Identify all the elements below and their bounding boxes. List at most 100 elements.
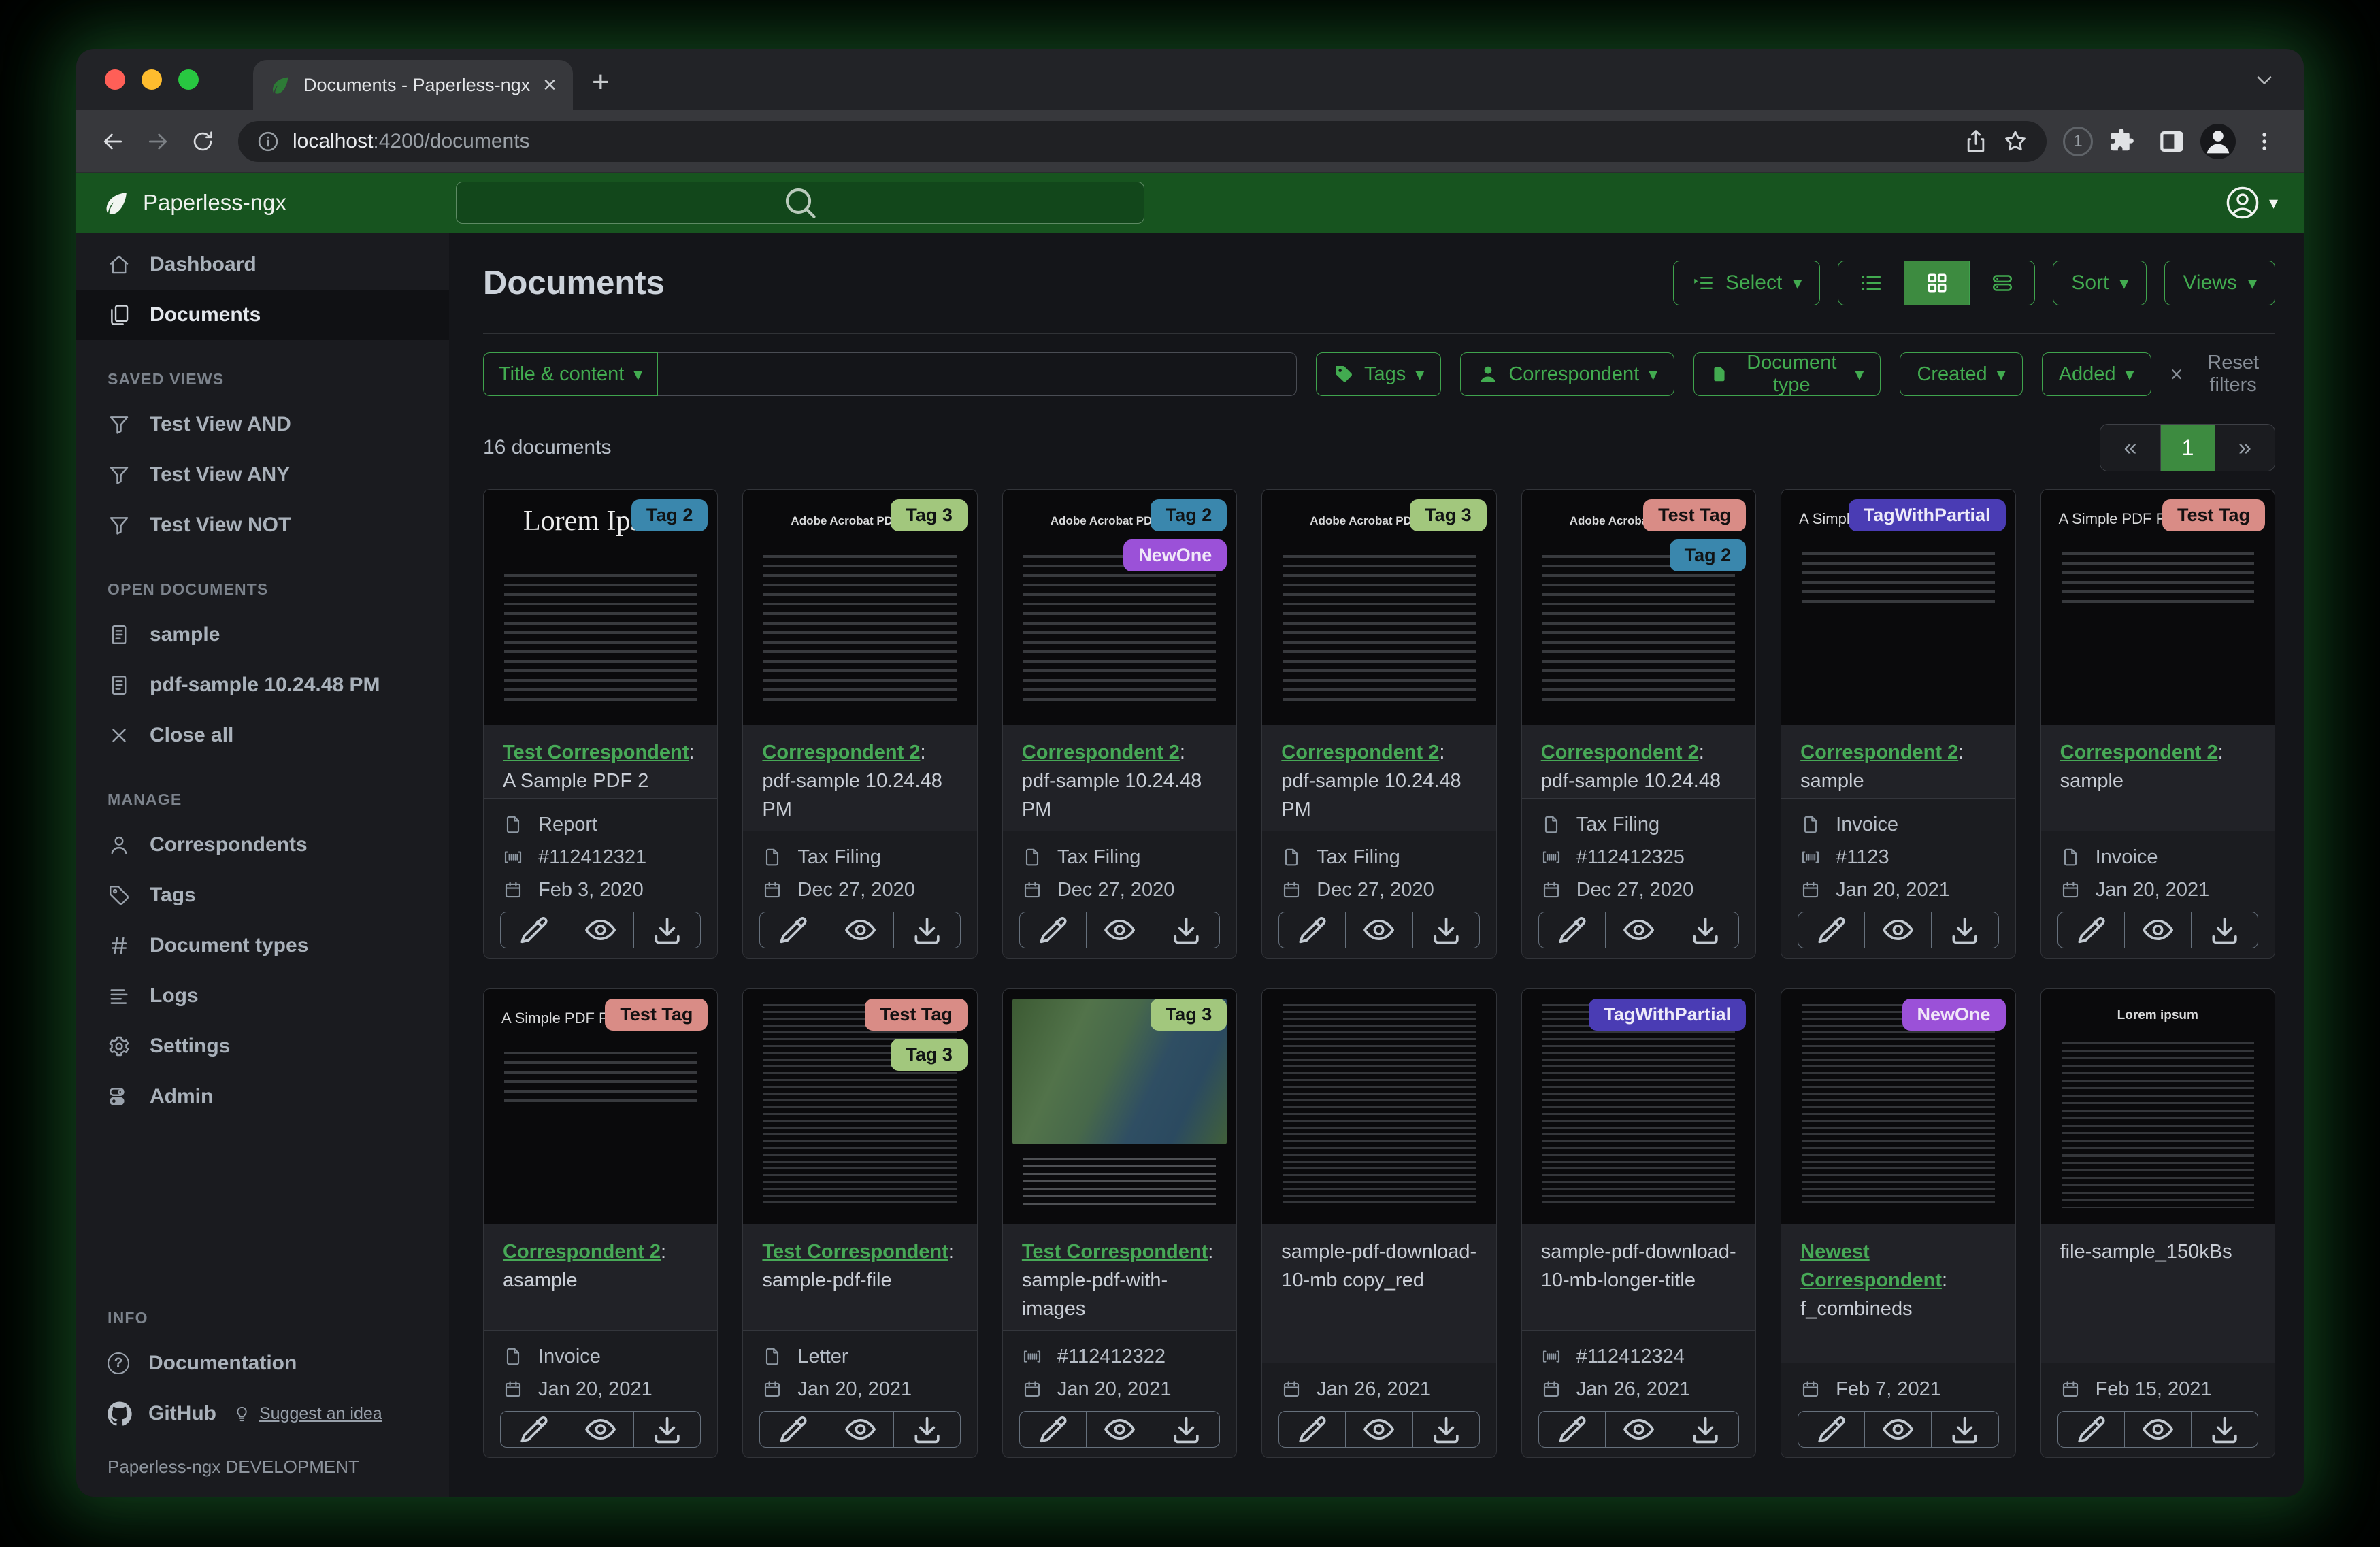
document-thumbnail[interactable]: Adobe Acrobat PDF Files Tag 3	[743, 490, 977, 725]
document-tag[interactable]: Test Tag	[605, 999, 708, 1031]
document-card[interactable]: A Simple PDF File TagWithPartial Corresp…	[1781, 489, 2016, 959]
sidebar-item-admin[interactable]: Admin	[76, 1071, 449, 1122]
edit-button[interactable]	[2058, 1412, 2124, 1447]
sidebar-item-document-types[interactable]: Document types	[76, 920, 449, 971]
document-thumbnail[interactable]: Lorem ipsum	[2040, 989, 2275, 1224]
sidebar-item-dashboard[interactable]: Dashboard	[76, 239, 449, 290]
view-button[interactable]	[1604, 1412, 1672, 1447]
side-panel-icon[interactable]	[2157, 127, 2187, 156]
document-thumbnail[interactable]: Adobe Acrobat PDF Files Tag 3	[1262, 490, 1496, 725]
extensions-puzzle-icon[interactable]	[2106, 127, 2136, 156]
select-button[interactable]: Select ▾	[1672, 261, 1821, 305]
filter-added-dropdown[interactable]: Added ▾	[2041, 352, 2151, 396]
view-button[interactable]	[1085, 912, 1153, 948]
view-mode-detail-button[interactable]	[1969, 261, 2034, 305]
document-tag[interactable]: TagWithPartial	[1589, 999, 1747, 1031]
sidebar-item-documents[interactable]: Documents	[76, 290, 449, 340]
document-card[interactable]: Tag 3 Test Correspondent: sample-pdf-wit…	[1002, 988, 1238, 1458]
document-thumbnail[interactable]: Adobe Acrobat PDF Files Test Tag Tag 2	[1521, 490, 1756, 725]
correspondent-link[interactable]: Test Correspondent	[762, 1241, 948, 1263]
url-bar[interactable]: localhost:4200/documents	[238, 120, 2047, 162]
view-button[interactable]	[826, 1412, 893, 1447]
correspondent-link[interactable]: Correspondent 2	[1800, 742, 1958, 763]
edit-button[interactable]	[760, 912, 826, 948]
edit-button[interactable]	[1798, 1412, 1864, 1447]
download-button[interactable]	[2190, 1412, 2258, 1447]
document-card[interactable]: TagWithPartial sample-pdf-download-10-mb…	[1521, 988, 1757, 1458]
download-button[interactable]	[1153, 1412, 1219, 1447]
download-button[interactable]	[1931, 912, 1998, 948]
document-tag[interactable]: TagWithPartial	[1848, 499, 2006, 531]
view-button[interactable]	[1864, 912, 1931, 948]
document-tag[interactable]: Tag 2	[1150, 499, 1227, 531]
document-thumbnail[interactable]: Lorem Ipsum Tag 2	[484, 490, 718, 725]
document-card[interactable]: Adobe Acrobat PDF Files Tag 2 NewOne Corr…	[1002, 489, 1238, 959]
edit-button[interactable]	[1279, 1412, 1345, 1447]
correspondent-link[interactable]: Correspondent 2	[762, 742, 920, 763]
view-button[interactable]	[2123, 1412, 2191, 1447]
pagination-prev-button[interactable]: «	[2100, 425, 2160, 471]
correspondent-link[interactable]: Correspondent 2	[1541, 742, 1699, 763]
document-thumbnail[interactable]: NewOne	[1781, 989, 2015, 1224]
browser-menu-dots-icon[interactable]	[2249, 127, 2279, 156]
edit-button[interactable]	[1279, 912, 1345, 948]
document-card[interactable]: NewOne Newest Correspondent: f_combineds…	[1781, 988, 2016, 1458]
reset-filters-button[interactable]: × Reset filters	[2170, 352, 2275, 397]
document-card[interactable]: A Simple PDF File Test Tag Correspondent…	[2040, 489, 2275, 959]
correspondent-link[interactable]: Correspondent 2	[503, 1241, 661, 1263]
sidebar-item-github[interactable]: GitHub	[107, 1401, 216, 1426]
document-card[interactable]: sample-pdf-download-10-mb copy_red Jan 2…	[1261, 988, 1497, 1458]
url-text[interactable]: localhost:4200/documents	[293, 130, 1950, 153]
document-card[interactable]: Test Tag Tag 3 Test Correspondent: sample…	[742, 988, 978, 1458]
app-brand[interactable]: Paperless-ngx	[102, 188, 456, 217]
download-button[interactable]	[1412, 912, 1479, 948]
view-button[interactable]	[567, 1412, 633, 1447]
edit-button[interactable]	[1020, 912, 1086, 948]
extension-badge-icon[interactable]: 1	[2063, 126, 2093, 156]
document-tag[interactable]: Test Tag	[864, 999, 968, 1031]
reload-icon[interactable]	[184, 122, 222, 161]
document-tag[interactable]: Tag 3	[891, 499, 968, 531]
document-thumbnail[interactable]: A Simple PDF File Test Tag	[484, 989, 718, 1224]
correspondent-link[interactable]: Test Correspondent	[503, 742, 689, 763]
document-card[interactable]: Adobe Acrobat PDF Files Tag 3 Correspond…	[742, 489, 978, 959]
suggest-idea-link[interactable]: Suggest an idea	[233, 1404, 382, 1424]
site-info-icon[interactable]	[256, 129, 280, 154]
download-button[interactable]	[1931, 1412, 1998, 1447]
view-button[interactable]	[1604, 912, 1672, 948]
sidebar-item-close-all[interactable]: Close all	[76, 710, 449, 761]
view-button[interactable]	[1345, 1412, 1412, 1447]
sidebar-item-saved-view-and[interactable]: Test View AND	[76, 399, 449, 450]
tab-search-chevron-icon[interactable]	[2252, 68, 2277, 93]
correspondent-link[interactable]: Newest Correspondent	[1800, 1241, 1942, 1291]
correspondent-link[interactable]: Correspondent 2	[1281, 742, 1439, 763]
view-button[interactable]	[567, 912, 633, 948]
document-card[interactable]: Adobe Acrobat PDF Files Test Tag Tag 2 Co…	[1521, 489, 1757, 959]
filter-correspondent-dropdown[interactable]: Correspondent ▾	[1460, 352, 1675, 396]
pagination-page-1-button[interactable]: 1	[2160, 425, 2215, 471]
global-search[interactable]	[456, 182, 1144, 224]
filter-document-type-dropdown[interactable]: Document type ▾	[1693, 352, 1881, 396]
tab-close-icon[interactable]: ×	[543, 73, 557, 97]
sort-button[interactable]: Sort ▾	[2053, 261, 2147, 305]
document-tag[interactable]: Test Tag	[2162, 499, 2265, 531]
correspondent-link[interactable]: Correspondent 2	[1022, 742, 1180, 763]
download-button[interactable]	[1412, 1412, 1479, 1447]
download-button[interactable]	[633, 912, 700, 948]
document-tag[interactable]: Tag 2	[1669, 539, 1747, 571]
document-card[interactable]: A Simple PDF File Test Tag Correspondent…	[483, 988, 718, 1458]
filter-tags-dropdown[interactable]: Tags ▾	[1316, 352, 1442, 396]
edit-button[interactable]	[501, 1412, 567, 1447]
edit-button[interactable]	[501, 912, 567, 948]
new-tab-button[interactable]: +	[592, 65, 610, 99]
view-button[interactable]	[1085, 1412, 1153, 1447]
sidebar-item-open-doc-pdf-sample[interactable]: pdf-sample 10.24.48 PM	[76, 660, 449, 710]
sidebar-item-correspondents[interactable]: Correspondents	[76, 820, 449, 870]
bookmark-star-icon[interactable]	[2002, 128, 2029, 155]
sidebar-item-saved-view-any[interactable]: Test View ANY	[76, 450, 449, 500]
edit-button[interactable]	[1539, 912, 1605, 948]
download-button[interactable]	[633, 1412, 700, 1447]
document-thumbnail[interactable]: A Simple PDF File Test Tag	[2040, 490, 2275, 725]
document-card[interactable]: Lorem ipsum file-sample_150kBs Feb 15, 2…	[2040, 988, 2275, 1458]
view-mode-grid-button[interactable]	[1904, 261, 1970, 305]
